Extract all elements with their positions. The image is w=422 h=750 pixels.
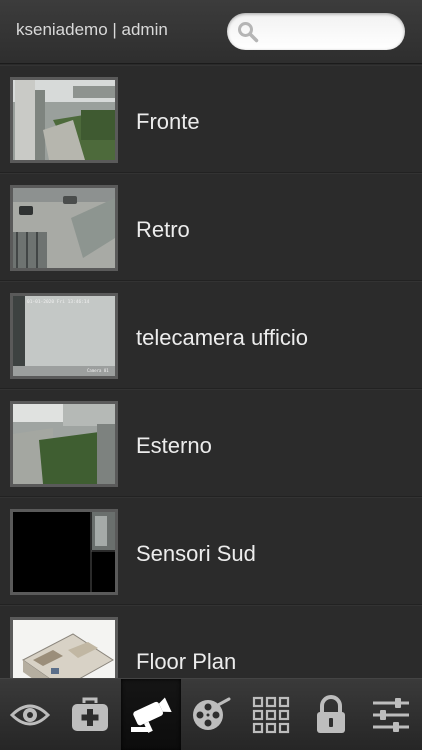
- tab-settings[interactable]: [361, 679, 421, 750]
- camera-thumbnail: [10, 185, 118, 271]
- camera-list: Fronte Retro 01-01-2020 Fri 13:46:14 Cam…: [0, 65, 422, 678]
- sliders-icon: [373, 698, 409, 732]
- parking-lot-thumbnail: [13, 188, 115, 268]
- camera-row-floor-plan[interactable]: Floor Plan: [0, 605, 422, 678]
- security-camera-icon: [131, 697, 172, 733]
- office-wall-thumbnail: 01-01-2020 Fri 13:46:14 Camera 01: [13, 296, 115, 376]
- lock-icon: [317, 695, 345, 733]
- camera-row-esterno[interactable]: Esterno: [0, 389, 422, 497]
- floor-plan-thumbnail: [13, 620, 115, 678]
- tab-emergency[interactable]: [60, 679, 120, 750]
- camera-row-retro[interactable]: Retro: [0, 173, 422, 281]
- camera-overlay-time: 01-01-2020 Fri 13:46:14: [27, 299, 90, 305]
- camera-overlay-name: Camera 01: [87, 368, 109, 373]
- camera-name: Floor Plan: [136, 649, 237, 674]
- tab-recordings[interactable]: [181, 679, 241, 750]
- multi-view-thumbnail: [13, 512, 115, 592]
- camera-name: Sensori Sud: [136, 541, 256, 566]
- tab-view[interactable]: [0, 679, 60, 750]
- parking-lot-thumbnail: [13, 80, 115, 160]
- eye-icon: [10, 704, 50, 726]
- film-reel-icon: [193, 697, 231, 730]
- tab-cameras[interactable]: [121, 679, 181, 750]
- first-aid-kit-icon: [72, 697, 108, 731]
- camera-name: Esterno: [136, 433, 212, 458]
- camera-thumbnail: 01-01-2020 Fri 13:46:14 Camera 01: [10, 293, 118, 379]
- camera-name: Retro: [136, 217, 190, 242]
- camera-name: telecamera ufficio: [136, 325, 309, 350]
- camera-name: Fronte: [136, 109, 200, 134]
- user-label: kseniademo | admin: [16, 20, 168, 39]
- camera-thumbnail: [10, 617, 118, 678]
- app-header: kseniademo | admin: [0, 0, 422, 64]
- tab-security[interactable]: [301, 679, 361, 750]
- camera-row-sensori-sud[interactable]: Sensori Sud: [0, 497, 422, 605]
- camera-thumbnail: [10, 77, 118, 163]
- grid-icon: [252, 696, 290, 734]
- camera-row-telecamera-ufficio[interactable]: 01-01-2020 Fri 13:46:14 Camera 01 teleca…: [0, 281, 422, 389]
- search-icon: [238, 22, 259, 43]
- search-input[interactable]: [265, 19, 395, 44]
- camera-thumbnail: [10, 509, 118, 595]
- search-box[interactable]: [227, 13, 405, 50]
- outdoor-thumbnail: [13, 404, 115, 484]
- bottom-tab-bar: [0, 678, 422, 750]
- camera-thumbnail: [10, 401, 118, 487]
- tab-scenarios[interactable]: [241, 679, 301, 750]
- camera-row-fronte[interactable]: Fronte: [0, 65, 422, 173]
